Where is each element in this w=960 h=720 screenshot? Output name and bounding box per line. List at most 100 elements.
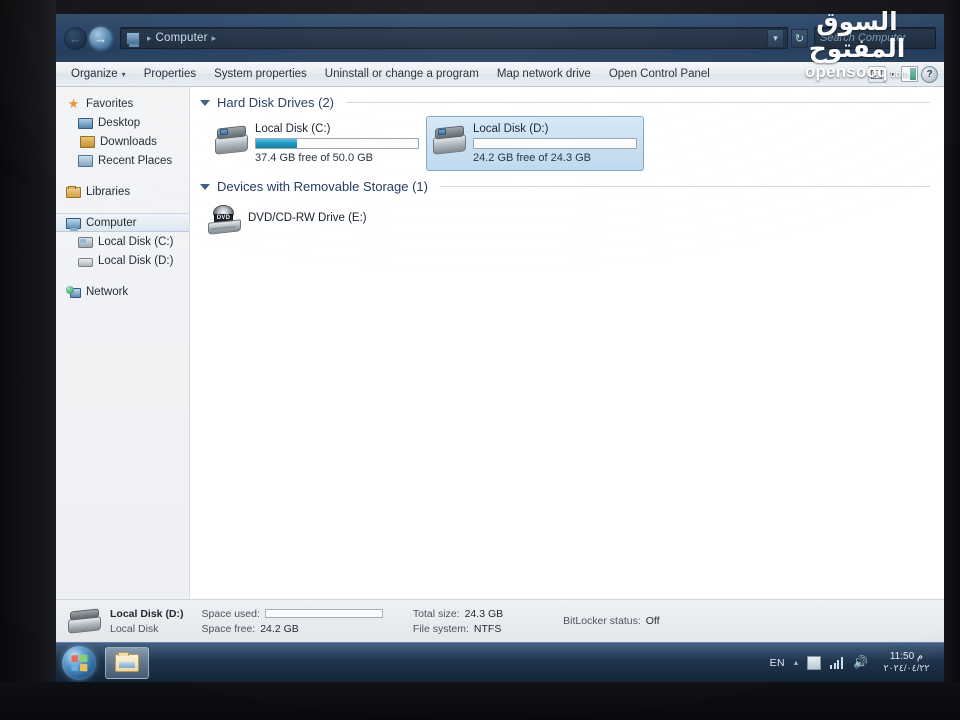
preview-pane-button[interactable] <box>901 66 918 82</box>
start-button[interactable] <box>62 645 96 680</box>
taskbar: EN ▴ 🔊 11:50 م ٢٠٢٤/٠٤/٢٢ <box>56 642 944 682</box>
sidebar-item-computer[interactable]: Computer <box>56 213 189 232</box>
sidebar-label: Network <box>86 285 129 298</box>
details-total-size-label: Total size: <box>412 607 460 620</box>
toolbar-system-properties[interactable]: System properties <box>205 62 316 86</box>
details-drive-type: Local Disk <box>110 622 159 635</box>
breadcrumb-separator-2[interactable]: ▸ <box>212 33 217 44</box>
network-icon <box>66 286 81 298</box>
sidebar-item-local-disk-d[interactable]: Local Disk (D:) <box>56 251 189 270</box>
command-bar: Organize ▾ Properties System properties U… <box>56 62 944 87</box>
window-body: ★ Favorites Desktop Downloads Recent Pla… <box>56 87 944 599</box>
monitor-bezel-left <box>0 0 56 720</box>
details-bitlocker-value: Off <box>645 615 660 627</box>
back-button[interactable]: ← <box>64 26 87 50</box>
breadcrumb-computer[interactable]: Computer <box>156 32 208 44</box>
chevron-down-icon[interactable]: ▾ <box>767 28 784 48</box>
computer-icon <box>66 218 81 231</box>
address-bar[interactable]: ▸ Computer ▸ ▾ <box>120 27 788 49</box>
show-hidden-icons-button[interactable]: ▴ <box>794 658 798 667</box>
windows-logo-icon <box>71 654 88 671</box>
monitor-bezel-top <box>0 0 960 14</box>
sidebar-item-recent-places[interactable]: Recent Places <box>56 151 189 170</box>
drive-tile-local-disk-d[interactable]: Local Disk (D:) 24.2 GB free of 24.3 GB <box>426 116 644 171</box>
change-view-button[interactable] <box>867 65 886 83</box>
sidebar-label: Libraries <box>86 185 131 198</box>
details-size-block: Total size: 24.3 GB File system: NTFS <box>413 608 503 635</box>
language-indicator[interactable]: EN <box>770 657 785 669</box>
capacity-bar <box>255 138 419 149</box>
toolbar-uninstall-or-change-a-program[interactable]: Uninstall or change a program <box>316 62 488 86</box>
details-space-used-label: Space used: <box>201 607 260 620</box>
computer-icon <box>126 31 140 47</box>
sidebar-item-libraries[interactable]: Libraries <box>56 182 189 201</box>
window-chrome: ← → ▸ Computer ▸ ▾ ↻ Search Computer <box>56 14 944 62</box>
sidebar-item-local-disk-c[interactable]: Local Disk (C:) <box>56 232 189 251</box>
clock[interactable]: 11:50 م ٢٠٢٤/٠٤/٢٢ <box>876 651 934 675</box>
breadcrumb-separator: ▸ <box>147 32 152 43</box>
sidebar-label: Local Disk (D:) <box>98 254 174 267</box>
chevron-down-icon[interactable]: ▾ <box>890 70 894 79</box>
details-file-system-label: File system: <box>412 622 469 635</box>
drive-tile-local-disk-c[interactable]: Local Disk (C:) 37.4 GB free of 50.0 GB <box>208 116 426 171</box>
toolbar-open-control-panel[interactable]: Open Control Panel <box>600 62 719 86</box>
file-list: Hard Disk Drives (2) Local Disk (C:) 37.… <box>190 87 944 599</box>
details-total-size-value: 24.3 GB <box>464 607 504 620</box>
hard-disk-icon <box>215 125 248 155</box>
hard-disk-icon <box>78 237 93 248</box>
details-pane: Local Disk (D:) Local Disk Space used: S… <box>56 599 944 642</box>
taskbar-item-explorer[interactable] <box>105 646 149 679</box>
details-bitlocker-block: BitLocker status: Off <box>563 615 659 627</box>
refresh-icon[interactable]: ↻ <box>791 28 808 48</box>
group-title: Devices with Removable Storage (1) <box>217 179 428 194</box>
details-bitlocker-row: BitLocker status: Off <box>563 615 659 627</box>
toolbar-organize[interactable]: Organize ▾ <box>62 62 135 87</box>
chevron-collapse-icon[interactable] <box>200 183 210 190</box>
forward-button[interactable]: → <box>89 26 112 50</box>
explorer-window: ← → ▸ Computer ▸ ▾ ↻ Search Computer Org… <box>56 14 944 642</box>
drive-capacity-text: 37.4 GB free of 50.0 GB <box>255 152 374 164</box>
clock-time: 11:50 م <box>889 650 924 662</box>
details-total-size-row: Total size: 24.3 GB <box>413 608 503 620</box>
details-space-used-bar <box>264 609 383 618</box>
action-center-icon[interactable] <box>807 655 821 670</box>
sidebar-item-favorites[interactable]: ★ Favorites <box>56 94 189 113</box>
sidebar-label: Computer <box>86 216 137 229</box>
sidebar-label: Favorites <box>86 97 134 110</box>
sidebar-item-desktop[interactable]: Desktop <box>56 113 189 132</box>
help-button[interactable]: ? <box>921 65 938 83</box>
back-arrow-icon: ← <box>69 30 82 46</box>
hard-disk-icon <box>78 257 93 267</box>
details-space-free-value: 24.2 GB <box>260 622 299 635</box>
monitor-bezel-bottom <box>0 682 960 720</box>
toolbar-map-network-drive[interactable]: Map network drive <box>488 62 600 86</box>
hard-disk-icon <box>68 608 101 634</box>
clock-date: ٢٠٢٤/٠٤/٢٢ <box>883 662 930 674</box>
capacity-bar <box>473 138 637 149</box>
drive-tile-dvd[interactable]: DVD DVD/CD-RW Drive (E:) <box>200 196 944 235</box>
screen: ← → ▸ Computer ▸ ▾ ↻ Search Computer Org… <box>56 14 944 682</box>
star-icon: ★ <box>67 95 80 111</box>
details-space-used-row: Space used: <box>202 608 383 620</box>
toolbar-properties[interactable]: Properties <box>135 62 205 86</box>
details-name-block: Local Disk (D:) Local Disk <box>110 608 184 635</box>
explorer-folder-icon <box>115 651 139 672</box>
desktop-icon <box>78 118 93 129</box>
sidebar-item-network[interactable]: Network <box>56 282 189 301</box>
network-signal-icon[interactable] <box>830 656 844 669</box>
search-placeholder: Search Computer <box>820 32 907 44</box>
downloads-icon <box>80 135 95 148</box>
group-header-devices-with-removable-storage[interactable]: Devices with Removable Storage (1) <box>200 179 944 194</box>
command-bar-right: ▾ ? <box>867 65 944 83</box>
group-title: Hard Disk Drives (2) <box>217 95 335 110</box>
group-header-hard-disk-drives[interactable]: Hard Disk Drives (2) <box>200 95 944 110</box>
volume-icon[interactable]: 🔊 <box>853 656 868 670</box>
sidebar-label: Desktop <box>98 116 141 129</box>
search-input[interactable]: Search Computer <box>814 27 936 49</box>
sidebar-label: Local Disk (C:) <box>98 235 174 248</box>
chevron-collapse-icon[interactable] <box>200 99 210 106</box>
navigation-pane: ★ Favorites Desktop Downloads Recent Pla… <box>56 87 190 599</box>
divider <box>346 102 930 103</box>
sidebar-item-downloads[interactable]: Downloads <box>56 132 189 151</box>
